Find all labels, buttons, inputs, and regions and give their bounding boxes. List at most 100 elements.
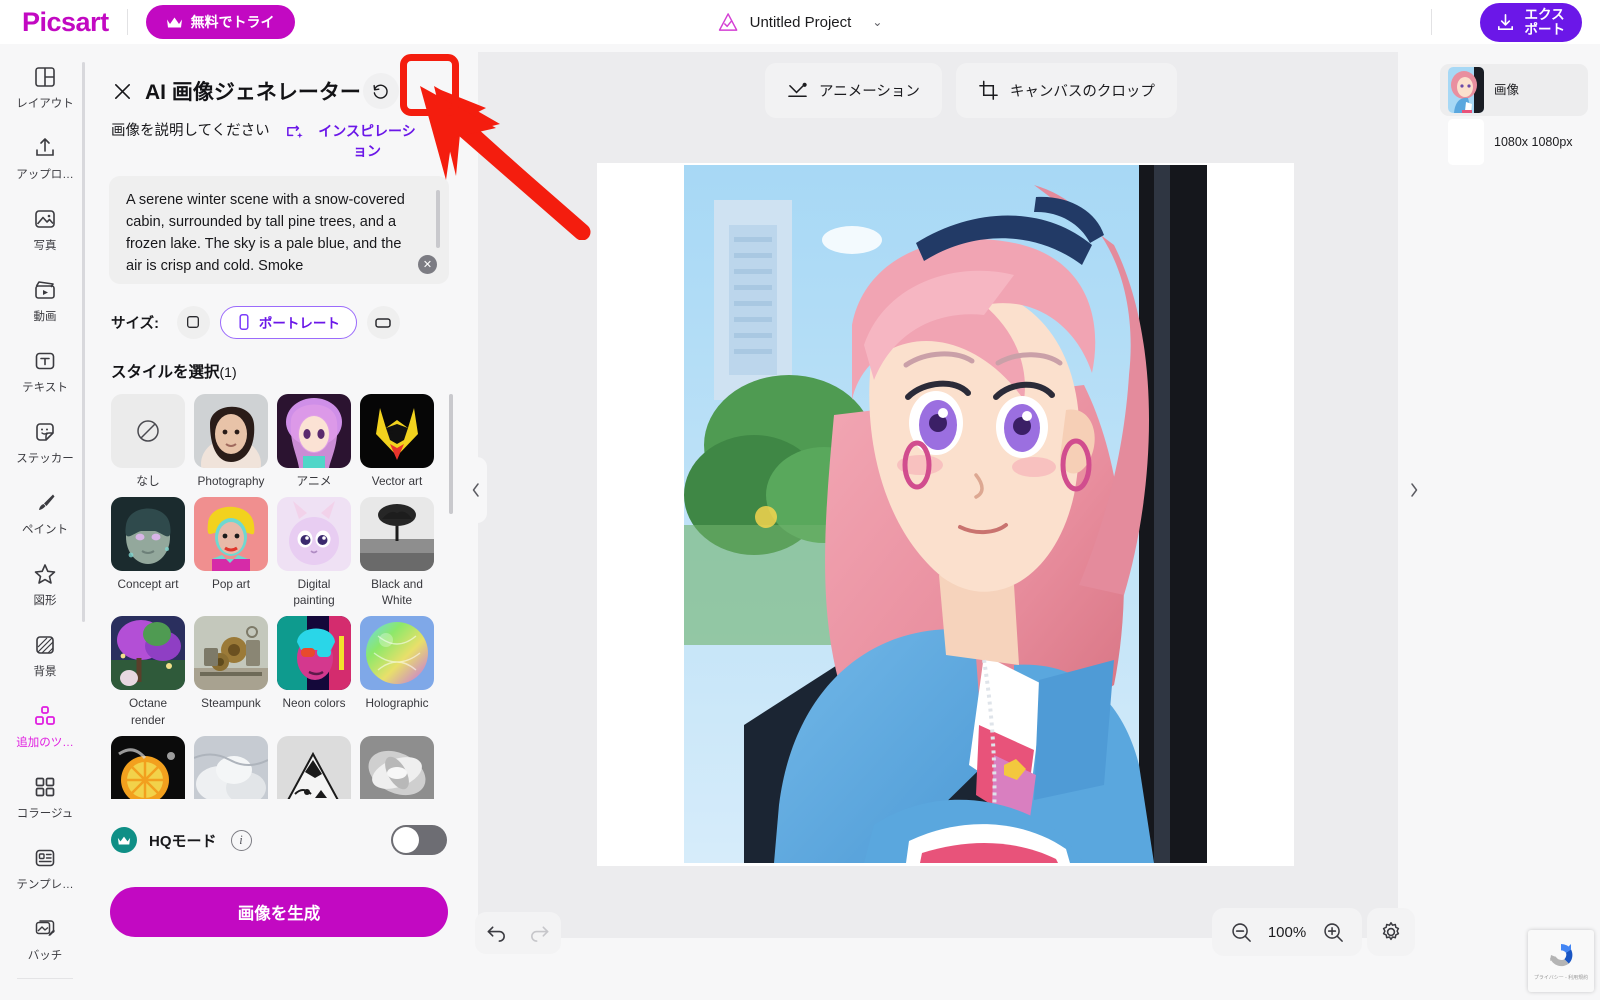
style-option-15[interactable] (277, 735, 351, 799)
sidebar-item-6[interactable]: ステッカー (4, 407, 86, 478)
zoom-in-icon[interactable] (1318, 917, 1348, 947)
zoom-level-value: 100% (1267, 923, 1307, 941)
animation-button[interactable]: アニメーション (765, 63, 942, 118)
sidebar-item-5[interactable]: テキスト (4, 336, 86, 407)
project-check-icon (718, 12, 738, 31)
undo-icon[interactable] (480, 916, 514, 950)
hq-mode-row: HQモード i (111, 825, 447, 855)
style-thumbnail (194, 496, 268, 571)
rail-scrollbar[interactable] (82, 62, 85, 622)
sidebar-item-8[interactable]: 図形 (4, 549, 86, 620)
hq-mode-label: HQモード (149, 832, 217, 850)
style-thumbnail (194, 735, 268, 799)
inspiration-label: インスピレーション (318, 123, 416, 160)
my-folder-icon (33, 995, 57, 997)
info-icon[interactable]: i (230, 829, 252, 851)
zoom-control-bar: 100% (1212, 908, 1362, 956)
style-thumbnail (360, 616, 434, 691)
gear-icon[interactable] (1367, 908, 1415, 956)
style-label: なし (136, 473, 160, 488)
sidebar-item-label: 追加のツ… (16, 736, 74, 749)
sidebar-item-13[interactable]: バッチ (4, 904, 86, 975)
project-selector[interactable]: Untitled Project ⌄ (718, 12, 882, 33)
hq-mode-toggle[interactable] (391, 825, 447, 855)
prompt-input[interactable]: A serene winter scene with a snow-covere… (109, 175, 449, 284)
download-icon (1497, 14, 1513, 30)
batch-icon (33, 917, 57, 942)
ratio-landscape-button[interactable] (366, 305, 400, 339)
clear-x-icon[interactable]: ✕ (418, 254, 437, 274)
style-option-8[interactable]: Black and White (360, 496, 434, 609)
style-option-13[interactable] (111, 735, 185, 799)
style-thumbnail (111, 496, 185, 571)
picsart-logo[interactable]: Picsart (22, 7, 109, 38)
history-rotate-left-icon[interactable] (362, 73, 399, 109)
ratio-landscape-icon (375, 318, 392, 328)
style-option-4[interactable]: Vector art (360, 393, 434, 489)
panel-header: AI 画像ジェネレーター (93, 55, 465, 109)
video-icon (33, 278, 57, 303)
crown-icon (166, 17, 182, 27)
sidebar-item-14[interactable]: マイフォ… (4, 982, 86, 996)
layer-row-1[interactable]: 画像 (1440, 64, 1588, 116)
style-option-1[interactable]: なし (111, 393, 185, 489)
divider (1431, 9, 1432, 35)
sidebar-item-2[interactable]: アップロ… (4, 123, 86, 194)
style-label: アニメ (296, 473, 332, 488)
collapse-left-panel-button[interactable] (465, 457, 487, 523)
style-option-11[interactable]: Neon colors (277, 616, 351, 728)
sidebar-item-9[interactable]: 背景 (4, 620, 86, 691)
style-option-10[interactable]: Steampunk (194, 616, 268, 728)
free-trial-button[interactable]: 無料でトライ (145, 5, 295, 39)
sidebar-item-label: 図形 (33, 594, 57, 607)
style-label: Vector art (371, 473, 423, 488)
style-option-9[interactable]: Octane render (111, 616, 185, 728)
ratio-square-button[interactable] (176, 305, 210, 339)
style-grid-scrollbar[interactable] (449, 393, 453, 514)
crown-icon (111, 827, 137, 853)
prompt-scrollbar[interactable] (436, 189, 440, 248)
crop-canvas-button[interactable]: キャンバスのクロップ (955, 63, 1177, 118)
style-option-2[interactable]: Photography (194, 393, 268, 489)
sidebar-item-label: テンプレ… (16, 878, 74, 891)
style-option-16[interactable] (360, 735, 434, 799)
ratio-portrait-button[interactable]: ポートレート (219, 305, 357, 339)
zoom-out-icon[interactable] (1226, 917, 1256, 947)
sidebar-item-label: ペイント (22, 523, 68, 536)
size-label: サイズ: (111, 315, 159, 332)
redo-icon[interactable] (523, 916, 557, 950)
sidebar-item-10[interactable]: 追加のツ… (4, 691, 86, 762)
sidebar-item-12[interactable]: テンプレ… (4, 833, 86, 904)
generated-image[interactable] (684, 165, 1207, 863)
styles-heading-label: スタイルを選択 (111, 363, 220, 381)
style-option-7[interactable]: Digital painting (277, 496, 351, 609)
collage-icon (33, 775, 57, 800)
style-thumbnail (360, 496, 434, 571)
description-row: 画像を説明してください インスピレーション (93, 109, 465, 162)
ratio-square-icon (187, 316, 200, 329)
collapse-right-panel-button[interactable] (1403, 457, 1425, 523)
style-grid-container: なし Photography アニメ Vector art Concept art Pop… (111, 393, 453, 799)
sidebar-item-1[interactable]: レイアウト (4, 52, 86, 123)
sidebar-item-7[interactable]: ペイント (4, 478, 86, 549)
style-option-12[interactable]: Holographic (360, 616, 434, 728)
close-icon[interactable] (109, 78, 135, 104)
sidebar-item-label: テキスト (22, 381, 68, 394)
style-label: Neon colors (282, 696, 346, 711)
sidebar-item-3[interactable]: 写真 (4, 194, 86, 265)
style-option-5[interactable]: Concept art (111, 496, 185, 609)
style-option-3[interactable]: アニメ (277, 393, 351, 489)
style-option-14[interactable] (194, 735, 268, 799)
style-label: Pop art (211, 576, 251, 591)
layer-label: 1080x 1080px (1494, 134, 1573, 149)
style-label: Digital painting (293, 576, 335, 608)
layer-row-2[interactable]: 1080x 1080px (1440, 116, 1588, 168)
generate-image-button[interactable]: 画像を生成 (110, 887, 448, 937)
styles-heading: スタイルを選択(1) (93, 339, 465, 382)
chevron-down-icon[interactable]: ⌄ (872, 15, 882, 29)
sidebar-item-4[interactable]: 動画 (4, 265, 86, 336)
export-button[interactable]: エクス ポート (1479, 3, 1582, 42)
sidebar-item-11[interactable]: コラージュ (4, 762, 86, 833)
style-option-6[interactable]: Pop art (194, 496, 268, 609)
inspiration-button[interactable]: インスピレーション (284, 121, 419, 162)
